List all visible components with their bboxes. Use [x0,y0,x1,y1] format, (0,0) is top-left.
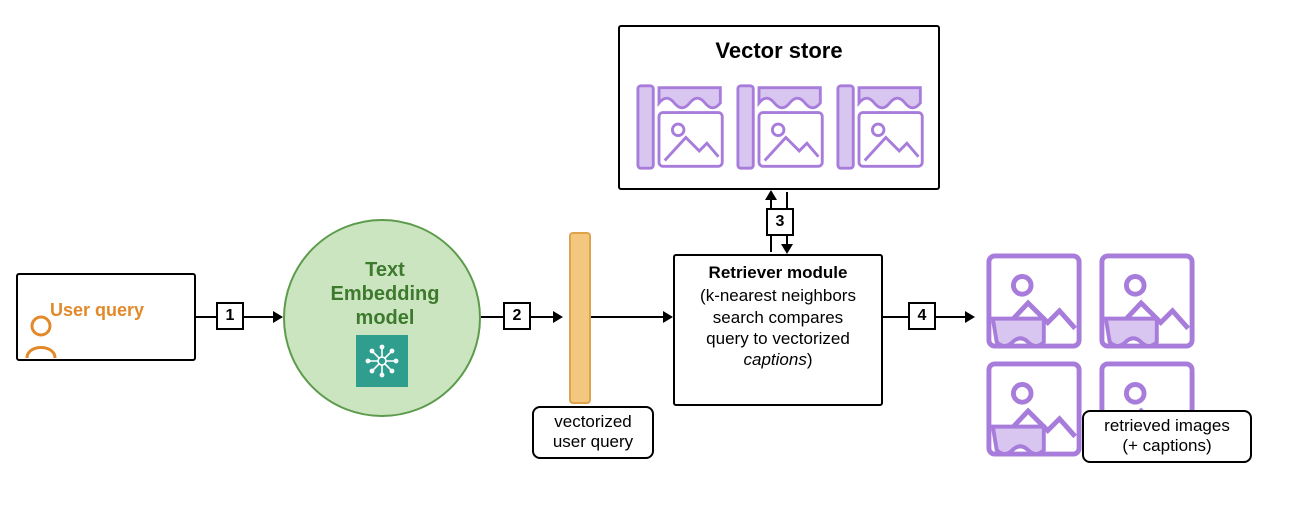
retriever-body4-tail: ) [807,350,813,369]
retriever-title: Retriever module [681,262,875,283]
result-image-3 [985,360,1083,458]
vectorized-query-line1: vectorized [554,412,631,431]
stored-item-2 [736,76,828,176]
embedding-model-label: Text Embedding model [330,258,440,330]
retrieved-images-line2: (+ captions) [1122,436,1211,455]
retriever-body2: search compares [713,308,843,327]
retriever-body3: query to vectorized [706,329,850,348]
vectorized-query-bar [569,232,591,404]
retriever-text: Retriever module (k-nearest neighbors se… [675,256,881,376]
user-query-label: User query [50,300,144,321]
stored-item-3 [836,76,928,176]
step-2-badge: 2 [503,302,531,330]
retrieved-images-line1: retrieved images [1104,416,1230,435]
step-3-badge: 3 [766,208,794,236]
embedding-label-line2: Embedding [331,283,440,305]
retriever-module-box: Retriever module (k-nearest neighbors se… [673,254,883,406]
result-image-2 [1098,252,1196,350]
retriever-body4-italic: captions [744,350,807,369]
embedding-label-line3: model [356,307,415,329]
stored-item-1 [636,76,728,176]
retriever-body1: (k-nearest neighbors [700,286,856,305]
step-4-badge: 4 [908,302,936,330]
embedding-label-line1: Text [365,259,405,281]
retrieved-images-label: retrieved images (+ captions) [1082,410,1252,463]
vectorized-query-label: vectorized user query [532,406,654,459]
step-1-badge: 1 [216,302,244,330]
arrow-step-2-right [591,316,671,318]
diagram-canvas: User query 1 Text Embedding model 2 vect [0,0,1290,514]
vectorized-query-line2: user query [553,432,633,451]
vector-store-title: Vector store [618,38,940,64]
result-image-1 [985,252,1083,350]
ai-chip-icon [356,335,408,387]
